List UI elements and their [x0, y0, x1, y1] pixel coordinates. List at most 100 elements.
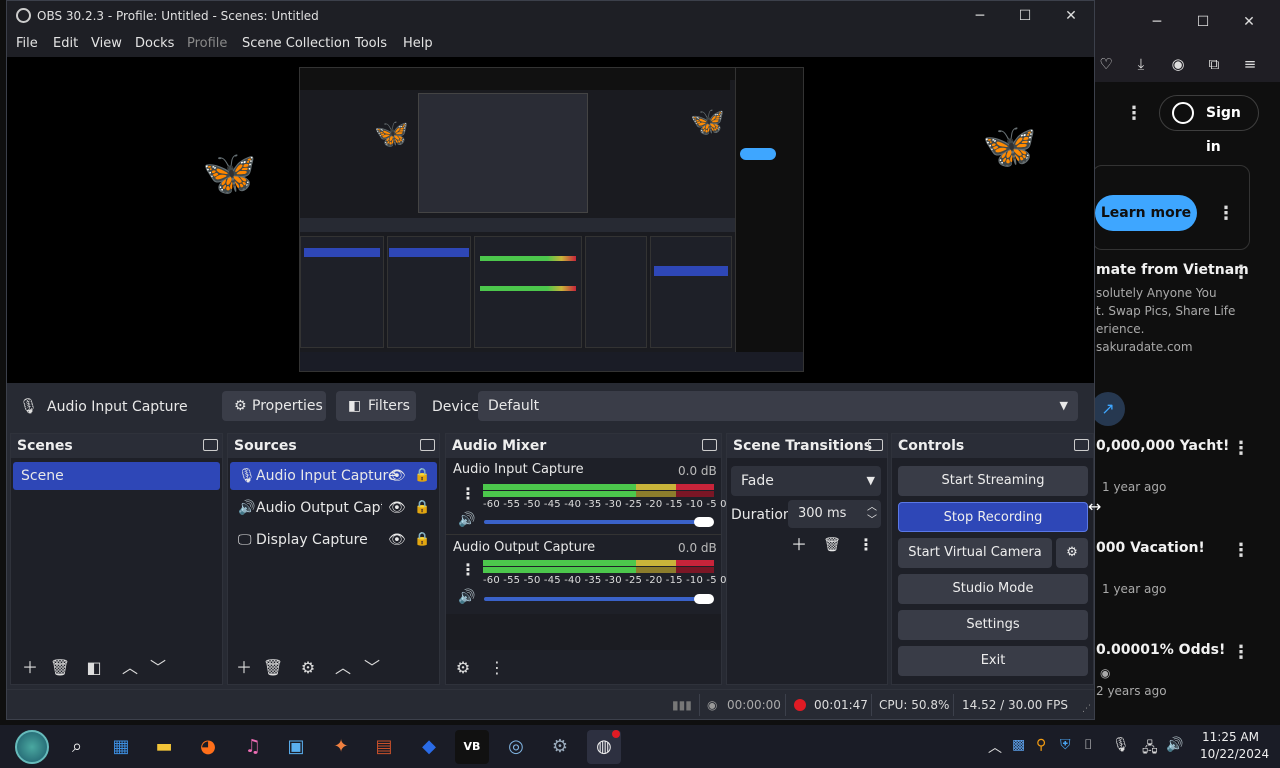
- more-icon[interactable]: ⋮: [1125, 103, 1143, 124]
- store-icon[interactable]: ▣: [279, 730, 313, 764]
- undock-icon[interactable]: [868, 439, 883, 451]
- trash-icon[interactable]: 🗑: [49, 657, 71, 679]
- eye-icon[interactable]: 👁: [388, 468, 406, 484]
- settings-button[interactable]: Settings: [898, 610, 1088, 640]
- search-icon[interactable]: ⌕: [60, 730, 94, 764]
- stop-recording-button[interactable]: Stop Recording: [898, 502, 1088, 532]
- app-icon[interactable]: ✦: [324, 730, 358, 764]
- eye-icon[interactable]: 👁: [388, 500, 406, 516]
- lock-icon[interactable]: 🔒: [414, 468, 430, 483]
- duration-input[interactable]: 300 ms ︿ ﹀: [788, 500, 881, 528]
- properties-button[interactable]: ⚙ Properties: [222, 391, 326, 421]
- start-virtual-camera-button[interactable]: Start Virtual Camera: [898, 538, 1052, 568]
- open-external-icon[interactable]: ↗: [1091, 392, 1125, 426]
- video-more-icon[interactable]: ⋮: [1232, 438, 1250, 459]
- add-icon[interactable]: ＋: [19, 657, 41, 679]
- network-icon[interactable]: 🖧: [1142, 737, 1158, 761]
- gear-icon[interactable]: ⚙: [297, 657, 319, 679]
- menu-view[interactable]: View: [91, 36, 122, 51]
- archive-icon[interactable]: ▤: [367, 730, 401, 764]
- filters-button[interactable]: ◧ Filters: [336, 391, 416, 421]
- transition-select[interactable]: Fade ▼: [731, 466, 881, 496]
- source-item[interactable]: 🖵 Display Capture: [230, 526, 382, 554]
- download-icon[interactable]: ⤓: [1131, 54, 1151, 74]
- menu-docks[interactable]: Docks: [135, 36, 174, 51]
- eye-icon[interactable]: 👁: [388, 532, 406, 548]
- ad-title[interactable]: mate from Vietnam: [1096, 262, 1249, 278]
- clock-time[interactable]: 11:25 AM: [1202, 730, 1259, 744]
- video-title[interactable]: 0,000,000 Yacht!: [1096, 438, 1229, 454]
- undock-icon[interactable]: [203, 439, 218, 451]
- video-more-icon[interactable]: ⋮: [1232, 540, 1250, 561]
- vb-icon[interactable]: VB: [455, 730, 489, 764]
- kebab-icon[interactable]: ⋮: [460, 484, 476, 503]
- trash-icon[interactable]: 🗑: [821, 534, 843, 556]
- close-icon[interactable]: ✕: [1234, 8, 1264, 36]
- kebab-icon[interactable]: ⋮: [460, 560, 476, 579]
- ad-title-more-icon[interactable]: ⋮: [1232, 262, 1250, 283]
- folder-icon[interactable]: ◆: [412, 730, 446, 764]
- menu-help[interactable]: Help: [403, 36, 433, 51]
- defender-icon[interactable]: ⛨: [1060, 737, 1071, 753]
- exit-button[interactable]: Exit: [898, 646, 1088, 676]
- scene-item[interactable]: Scene: [13, 462, 220, 490]
- widgets-icon[interactable]: ▦: [104, 730, 138, 764]
- maximize-icon[interactable]: ☐: [1012, 5, 1038, 27]
- video-title[interactable]: 000 Vacation!: [1096, 540, 1205, 556]
- studio-mode-button[interactable]: Studio Mode: [898, 574, 1088, 604]
- minimize-icon[interactable]: ─: [1142, 8, 1172, 36]
- steam-icon[interactable]: ◎: [499, 730, 533, 764]
- extensions-icon[interactable]: ⧉: [1204, 54, 1224, 74]
- music-icon[interactable]: ♫: [236, 730, 270, 764]
- account-icon[interactable]: ◉: [1168, 54, 1188, 74]
- usb-icon[interactable]: ⌷: [1084, 737, 1092, 753]
- globe-icon[interactable]: [15, 730, 49, 764]
- maximize-icon[interactable]: ☐: [1188, 8, 1218, 36]
- firefox-icon[interactable]: ◕: [191, 730, 225, 764]
- device-select[interactable]: Default ▼: [478, 391, 1078, 421]
- volume-slider[interactable]: [484, 597, 712, 601]
- chevron-up-icon[interactable]: ︿: [332, 657, 354, 679]
- menu-tools[interactable]: Tools: [355, 36, 387, 51]
- pocket-icon[interactable]: ♡: [1096, 54, 1116, 74]
- search-tray-icon[interactable]: ⚲: [1036, 737, 1046, 753]
- learn-more-button[interactable]: Learn more: [1095, 195, 1197, 231]
- filter-icon[interactable]: ◧: [83, 657, 105, 679]
- clock-date[interactable]: 10/22/2024: [1200, 747, 1269, 761]
- gear-icon[interactable]: ⚙: [452, 657, 474, 679]
- microphone-icon[interactable]: 🎙: [1112, 737, 1130, 753]
- resize-grip-icon[interactable]: ⋰: [1082, 704, 1091, 714]
- ad-more-icon[interactable]: ⋮: [1217, 203, 1235, 224]
- preview-canvas[interactable]: 🦋 🦋 🦋 🦋: [7, 57, 1094, 383]
- chevron-up-icon[interactable]: ︿: [988, 737, 1002, 757]
- undock-icon[interactable]: [420, 439, 435, 451]
- kebab-icon[interactable]: ⋮: [486, 657, 508, 679]
- menu-icon[interactable]: ≡: [1240, 54, 1260, 74]
- settings-icon[interactable]: ⚙: [543, 730, 577, 764]
- close-icon[interactable]: ✕: [1058, 5, 1084, 27]
- office-icon[interactable]: ▩: [1012, 737, 1025, 753]
- video-more-icon[interactable]: ⋮: [1232, 642, 1250, 663]
- lock-icon[interactable]: 🔒: [414, 500, 430, 515]
- source-item[interactable]: 🔊 Audio Output Captur: [230, 494, 382, 522]
- volume-slider-handle[interactable]: [694, 594, 714, 604]
- menu-file[interactable]: File: [16, 36, 38, 51]
- menu-edit[interactable]: Edit: [53, 36, 78, 51]
- speaker-icon[interactable]: 🔊: [458, 589, 475, 605]
- minimize-icon[interactable]: ─: [967, 5, 993, 27]
- chevron-up-icon[interactable]: ︿: [119, 657, 141, 679]
- volume-slider-handle[interactable]: [694, 517, 714, 527]
- chevron-down-icon[interactable]: ﹀: [147, 657, 169, 679]
- volume-icon[interactable]: 🔊: [1166, 737, 1183, 753]
- file-explorer-icon[interactable]: ▬: [147, 730, 181, 764]
- add-icon[interactable]: ＋: [233, 657, 255, 679]
- chevron-down-icon[interactable]: ﹀: [867, 507, 877, 535]
- chevron-down-icon[interactable]: ﹀: [361, 657, 383, 679]
- undock-icon[interactable]: [1074, 439, 1089, 451]
- trash-icon[interactable]: 🗑: [262, 657, 284, 679]
- speaker-icon[interactable]: 🔊: [458, 512, 475, 528]
- virtual-camera-settings-button[interactable]: ⚙: [1056, 538, 1088, 568]
- video-title[interactable]: 0.00001% Odds!: [1096, 642, 1225, 658]
- add-icon[interactable]: ＋: [788, 534, 810, 556]
- undock-icon[interactable]: [702, 439, 717, 451]
